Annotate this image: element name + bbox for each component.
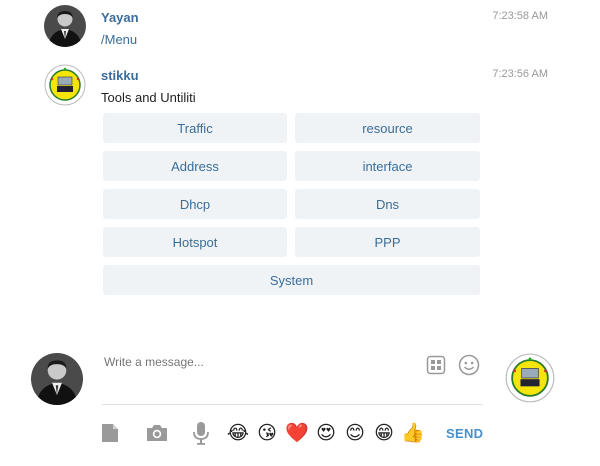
emoji-icon[interactable]	[458, 354, 480, 376]
bot-avatar[interactable]	[505, 353, 555, 403]
keyboard-button-dhcp[interactable]: Dhcp	[103, 189, 287, 219]
microphone-icon[interactable]	[192, 421, 210, 445]
message-text: Tools and Untiliti	[101, 90, 196, 105]
message-text[interactable]: /Menu	[101, 32, 137, 47]
emoji-tears-of-joy[interactable]: 😂	[226, 421, 250, 445]
emoji-kiss[interactable]: 😘	[255, 421, 279, 445]
emoji-heart-eyes[interactable]: 😍	[314, 421, 338, 445]
attach-file-icon[interactable]	[100, 423, 120, 443]
emoji-grin[interactable]: 😁	[372, 421, 396, 445]
message-time: 7:23:56 AM	[492, 68, 548, 80]
keyboard-button-hotspot[interactable]: Hotspot	[103, 227, 287, 257]
sender-name[interactable]: Yayan	[101, 10, 139, 25]
avatar[interactable]	[44, 64, 86, 106]
keyboard-button-ppp[interactable]: PPP	[295, 227, 480, 257]
emoji-heart[interactable]: ❤️	[285, 421, 309, 445]
camera-icon[interactable]	[145, 423, 169, 443]
keyboard-button-system[interactable]: System	[103, 265, 480, 295]
sender-name[interactable]: stikku	[101, 68, 139, 83]
avatar[interactable]	[44, 5, 86, 47]
message-input[interactable]	[104, 352, 414, 372]
keyboard-button-address[interactable]: Address	[103, 151, 287, 181]
composer-divider	[102, 404, 483, 405]
send-button[interactable]: SEND	[446, 426, 483, 441]
emoji-smile[interactable]: 😊	[343, 421, 367, 445]
message-time: 7:23:58 AM	[492, 10, 548, 22]
keyboard-button-dns[interactable]: Dns	[295, 189, 480, 219]
keyboard-button-interface[interactable]: interface	[295, 151, 480, 181]
keyboard-button-resource[interactable]: resource	[295, 113, 480, 143]
self-avatar[interactable]	[31, 353, 83, 405]
keyboard-button-traffic[interactable]: Traffic	[103, 113, 287, 143]
bot-keyboard-icon[interactable]	[426, 355, 446, 375]
emoji-thumbs-up[interactable]: 👍	[401, 421, 425, 445]
